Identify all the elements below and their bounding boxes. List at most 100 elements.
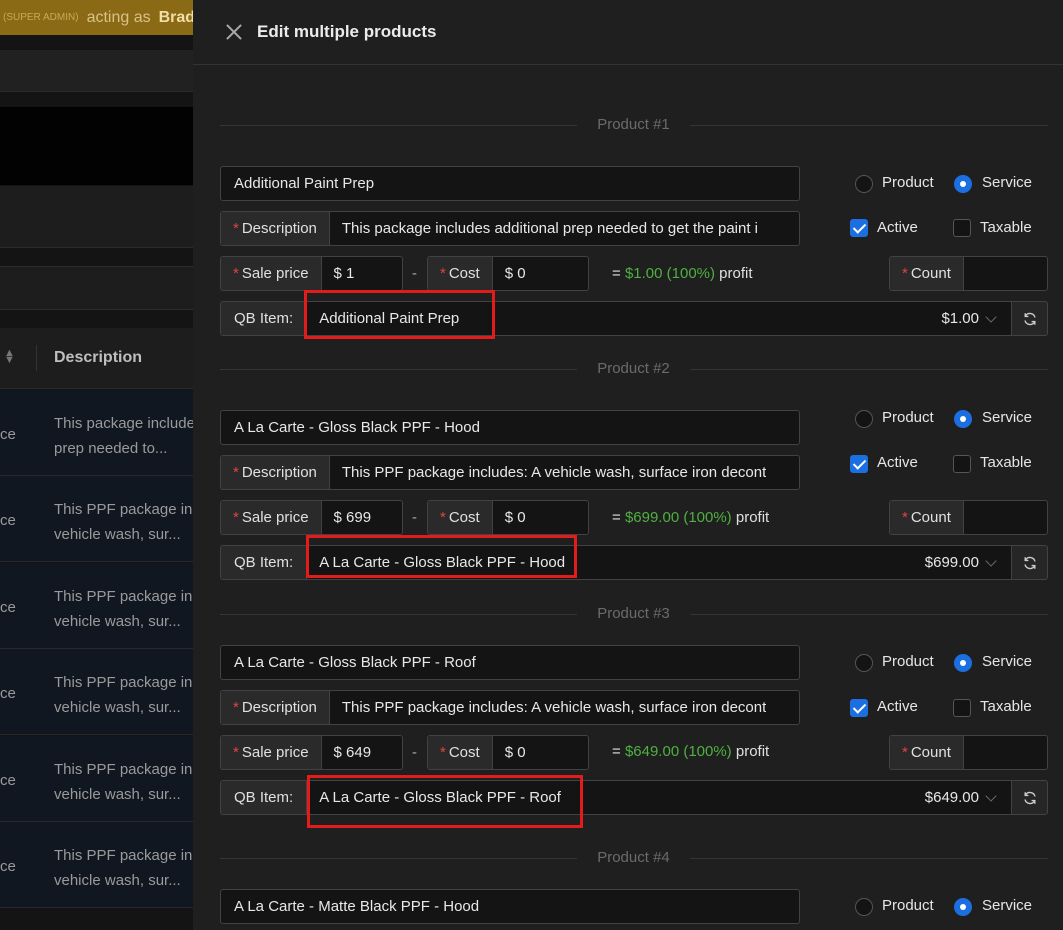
product-name-input[interactable]: Additional Paint Prep (220, 166, 800, 201)
table-row[interactable]: ce This PPF package inc vehicle wash, sur… (0, 822, 193, 908)
price-separator: - (412, 744, 417, 761)
cost-field[interactable]: * Cost $ 0 (427, 500, 589, 535)
background-filter-bar (0, 186, 193, 248)
service-radio-label: Service (982, 174, 1033, 191)
service-radio[interactable] (954, 175, 972, 193)
refresh-icon (1023, 556, 1036, 569)
qb-item-price: $649.00 (924, 789, 979, 806)
active-checkbox[interactable] (850, 699, 868, 717)
cost-input[interactable]: $ 0 (493, 509, 526, 526)
sale-price-label: * Sale price (221, 501, 322, 534)
count-field[interactable]: * Count (889, 256, 1048, 291)
profit-summary: = $649.00 (100%) profit (612, 743, 770, 760)
sale-price-input[interactable]: $ 649 (322, 744, 372, 761)
drawer-title: Edit multiple products (257, 22, 437, 41)
row-description: This PPF package inc vehicle wash, sur... (54, 588, 193, 630)
product-divider: Product #3 (220, 604, 1048, 624)
close-icon[interactable] (225, 23, 243, 41)
row-type: ce (0, 858, 16, 875)
refresh-button[interactable] (1011, 780, 1048, 815)
description-field[interactable]: * Description This package includes addit… (220, 211, 800, 246)
taxable-label: Taxable (980, 698, 1032, 715)
chevron-down-icon[interactable] (985, 310, 997, 323)
taxable-checkbox[interactable] (953, 699, 971, 717)
chevron-down-icon[interactable] (985, 789, 997, 802)
product-heading: Product #1 (597, 116, 670, 133)
product-name-input[interactable]: A La Carte - Gloss Black PPF - Hood (220, 410, 800, 445)
cost-label: * Cost (428, 736, 493, 769)
refresh-button[interactable] (1011, 545, 1048, 580)
row-description: This PPF package inc vehicle wash, sur... (54, 847, 193, 889)
product-radio-label: Product (882, 653, 934, 670)
edit-products-drawer: Edit multiple products Product #1 Additi… (193, 0, 1063, 930)
active-checkbox[interactable] (850, 219, 868, 237)
product-heading: Product #3 (597, 605, 670, 622)
qb-item-label: QB Item: (221, 546, 308, 579)
sale-price-field[interactable]: * Sale price $ 649 (220, 735, 403, 770)
cost-input[interactable]: $ 0 (493, 265, 526, 282)
description-input[interactable]: This package includes additional prep ne… (330, 220, 758, 237)
qb-item-value: A La Carte - Gloss Black PPF - Roof (319, 789, 561, 806)
count-label: * Count (890, 257, 964, 290)
sort-icon[interactable]: ▲ ▼ (4, 348, 15, 366)
service-radio[interactable] (954, 654, 972, 672)
qb-item-select[interactable]: QB Item: A La Carte - Gloss Black PPF - … (220, 545, 1012, 580)
description-input[interactable]: This PPF package includes: A vehicle was… (330, 699, 766, 716)
product-divider: Product #4 (220, 848, 1048, 868)
product-radio[interactable] (855, 175, 873, 193)
cost-field[interactable]: * Cost $ 0 (427, 735, 589, 770)
product-radio[interactable] (855, 898, 873, 916)
refresh-button[interactable] (1011, 301, 1048, 336)
cost-input[interactable]: $ 0 (493, 744, 526, 761)
table-row[interactable]: ce This PPF package inc vehicle wash, sur… (0, 736, 193, 822)
price-separator: - (412, 265, 417, 282)
sale-price-field[interactable]: * Sale price $ 1 (220, 256, 403, 291)
sale-price-input[interactable]: $ 699 (322, 509, 372, 526)
table-row[interactable]: ce This PPF package inc vehicle wash, sur… (0, 649, 193, 735)
product-heading: Product #2 (597, 360, 670, 377)
column-divider (36, 345, 37, 371)
row-type: ce (0, 772, 16, 789)
sale-price-label: * Sale price (221, 257, 322, 290)
row-type: ce (0, 426, 16, 443)
description-field[interactable]: * Description This PPF package includes: … (220, 455, 800, 490)
row-type: ce (0, 599, 16, 616)
description-input[interactable]: This PPF package includes: A vehicle was… (330, 464, 766, 481)
sale-price-input[interactable]: $ 1 (322, 265, 355, 282)
background-toolbar (0, 50, 193, 92)
row-description: This PPF package inc vehicle wash, sur... (54, 761, 193, 803)
cost-field[interactable]: * Cost $ 0 (427, 256, 589, 291)
active-checkbox[interactable] (850, 455, 868, 473)
taxable-checkbox[interactable] (953, 219, 971, 237)
qb-item-select[interactable]: QB Item: Additional Paint Prep $1.00 (220, 301, 1012, 336)
service-radio[interactable] (954, 898, 972, 916)
product-radio[interactable] (855, 654, 873, 672)
column-header-description[interactable]: Description (54, 349, 142, 367)
product-divider: Product #2 (220, 359, 1048, 379)
product-radio[interactable] (855, 410, 873, 428)
drawer-header: Edit multiple products (193, 0, 1063, 65)
background-action-bar (0, 266, 193, 310)
qb-item-select[interactable]: QB Item: A La Carte - Gloss Black PPF - … (220, 780, 1012, 815)
profit-summary: = $1.00 (100%) profit (612, 265, 753, 282)
product-radio-label: Product (882, 409, 934, 426)
table-row[interactable]: ce This PPF package inc vehicle wash, sur… (0, 563, 193, 649)
table-row[interactable]: ce This PPF package inc vehicle wash, sur… (0, 476, 193, 562)
service-radio[interactable] (954, 410, 972, 428)
sale-price-field[interactable]: * Sale price $ 699 (220, 500, 403, 535)
qb-item-price: $699.00 (924, 554, 979, 571)
active-label: Active (877, 698, 918, 715)
count-field[interactable]: * Count (889, 500, 1048, 535)
product-name-input[interactable]: A La Carte - Gloss Black PPF - Roof (220, 645, 800, 680)
count-field[interactable]: * Count (889, 735, 1048, 770)
description-label: * Description (221, 212, 330, 245)
qb-item-price: $1.00 (941, 310, 979, 327)
taxable-label: Taxable (980, 454, 1032, 471)
taxable-checkbox[interactable] (953, 455, 971, 473)
table-header: ▲ ▼ Description (0, 328, 193, 389)
chevron-down-icon[interactable] (985, 554, 997, 567)
description-field[interactable]: * Description This PPF package includes: … (220, 690, 800, 725)
taxable-label: Taxable (980, 219, 1032, 236)
table-row[interactable]: ce This package include prep needed to... (0, 390, 193, 476)
product-name-input[interactable]: A La Carte - Matte Black PPF - Hood (220, 889, 800, 924)
